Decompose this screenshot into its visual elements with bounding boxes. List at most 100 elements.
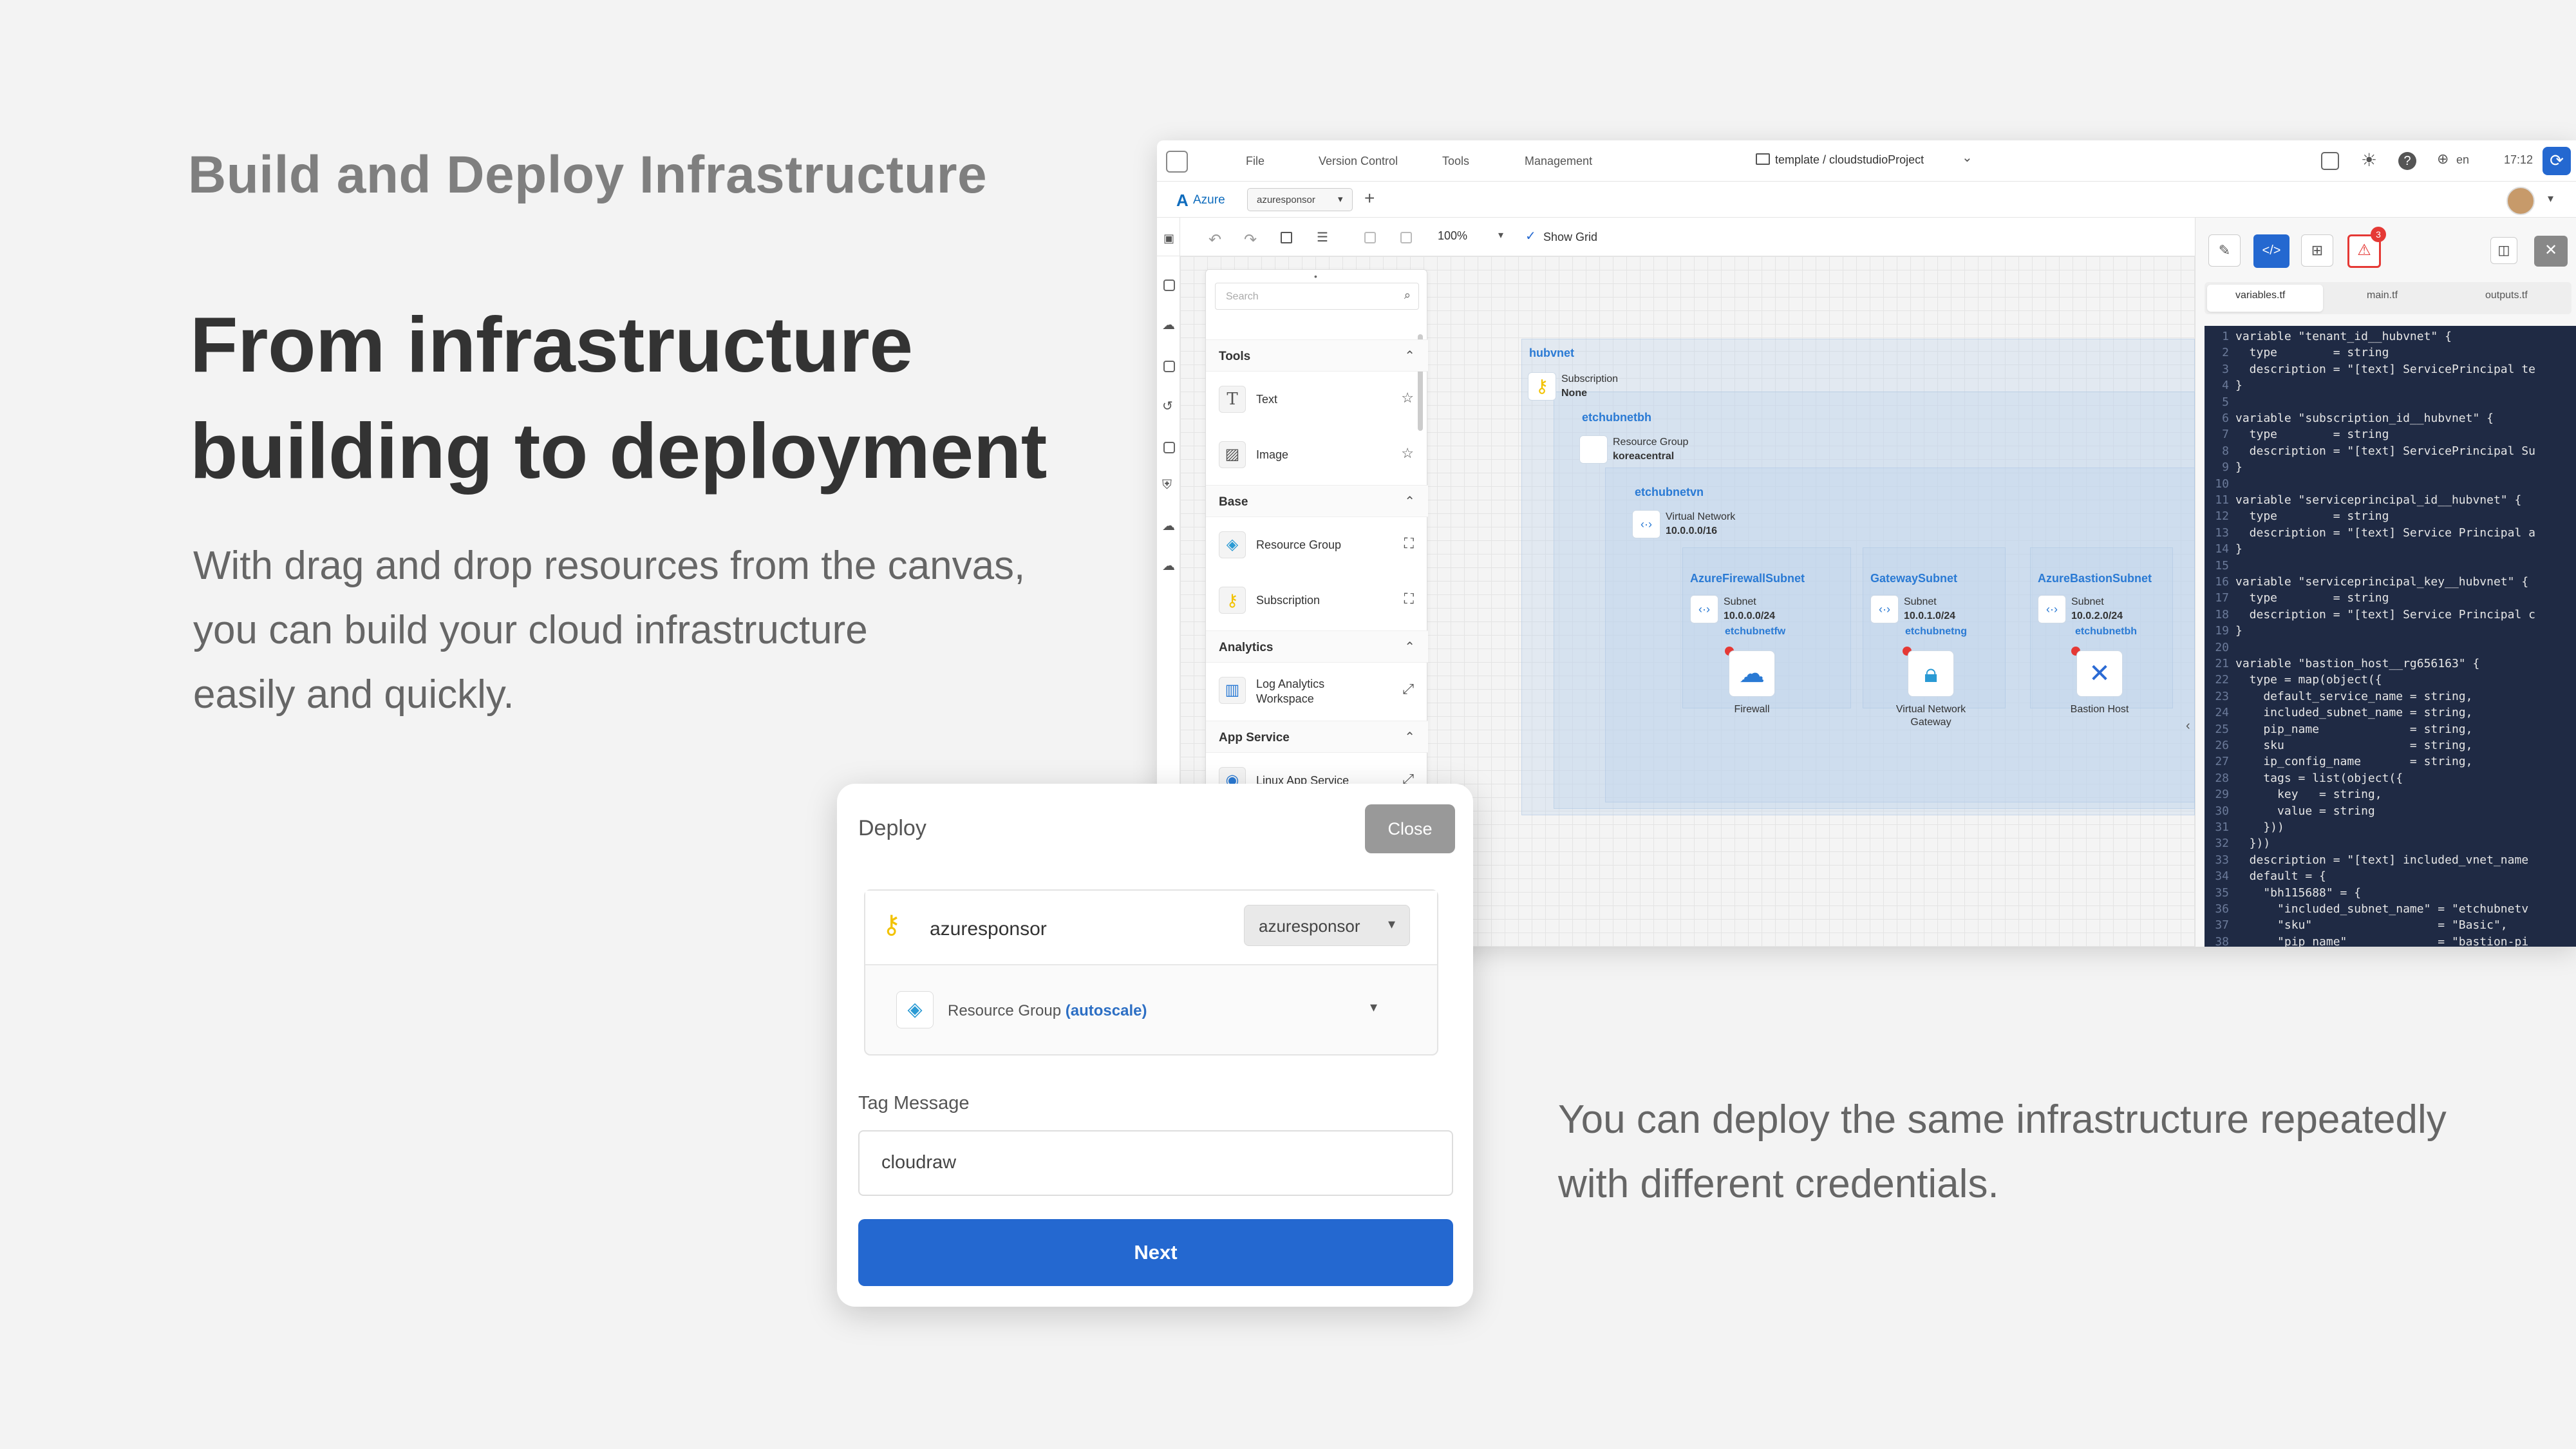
resource-group-icon[interactable] xyxy=(1579,435,1608,464)
store-icon[interactable] xyxy=(1163,361,1175,372)
lock-icon[interactable]: 🔒︎ xyxy=(1908,650,1954,697)
provider-tab[interactable]: Azure xyxy=(1193,193,1225,207)
chevron-down-icon[interactable]: ▾ xyxy=(2548,192,2553,205)
palette-item-subscription[interactable]: ⚷ Subscription ⛶ xyxy=(1206,573,1428,628)
chevron-up-icon[interactable]: ⌃ xyxy=(1404,639,1415,655)
save-icon[interactable]: ▣ xyxy=(1163,232,1174,245)
account-select[interactable]: azuresponsor ▾ xyxy=(1244,905,1410,946)
line-number: 8 xyxy=(2222,444,2229,458)
close-icon[interactable]: ✕ xyxy=(2534,236,2568,267)
code-line: 4} xyxy=(2205,379,2242,395)
cloud-download-icon[interactable]: ☁ xyxy=(1162,558,1175,574)
bastion-icon[interactable]: ✕ xyxy=(2076,650,2123,697)
list-icon[interactable]: ☰ xyxy=(1317,229,1328,245)
menu-version-control[interactable]: Version Control xyxy=(1319,155,1398,168)
caret-down-icon[interactable]: ▾ xyxy=(1498,229,1503,242)
account-tab[interactable]: azuresponsor ▾ xyxy=(1247,188,1353,211)
section-analytics[interactable]: Analytics ⌃ xyxy=(1206,630,1428,663)
subnet-icon[interactable]: ‹·› xyxy=(1870,595,1899,623)
key-icon[interactable]: ⚷ xyxy=(1528,372,1556,401)
undo-icon[interactable]: ↶ xyxy=(1208,231,1221,249)
layout-icon[interactable] xyxy=(1281,232,1292,243)
firewall-icon[interactable]: ☁ xyxy=(1729,650,1775,697)
resource-group-node[interactable]: Resource Group koreacentral xyxy=(1613,435,1688,463)
code-text: } xyxy=(2235,460,2242,475)
frame-icon[interactable]: ⛶ xyxy=(1404,535,1414,552)
palette-item-log-analytics[interactable]: ▥ Log Analytics Workspace ⤢ xyxy=(1206,663,1428,718)
subnet-icon[interactable]: ‹·› xyxy=(1690,595,1718,623)
history-icon[interactable]: ↺ xyxy=(1162,398,1173,414)
save-icon[interactable] xyxy=(2321,152,2339,170)
chevron-down-icon[interactable]: ⌄ xyxy=(1962,149,1973,166)
line-number: 21 xyxy=(2215,657,2229,670)
edit-icon[interactable]: ✎ xyxy=(2208,234,2241,267)
tree-icon[interactable]: ⊞ xyxy=(2301,234,2333,267)
add-tab-button[interactable]: + xyxy=(1364,188,1375,209)
caret-down-icon[interactable]: ▾ xyxy=(1370,999,1377,1016)
drag-handle-icon[interactable]: • xyxy=(1314,271,1317,281)
globe-icon[interactable]: ⊕ xyxy=(2437,151,2449,167)
chevron-up-icon[interactable]: ⌃ xyxy=(1404,348,1415,364)
split-view-icon[interactable]: ◫ xyxy=(2490,237,2517,264)
palette-item-resource-group[interactable]: ◈ Resource Group ⛶ xyxy=(1206,517,1428,573)
menu-management[interactable]: Management xyxy=(1525,155,1592,168)
star-icon[interactable]: ☆ xyxy=(1401,390,1414,406)
section-tools[interactable]: Tools ⌃ xyxy=(1206,339,1428,372)
collapse-panel-icon[interactable]: ‹ xyxy=(2186,719,2190,734)
menu-tools[interactable]: Tools xyxy=(1442,155,1469,168)
cloud-icon[interactable]: ☁ xyxy=(1162,317,1175,333)
subnet-icon[interactable]: ‹·› xyxy=(2038,595,2066,623)
caret-down-icon: ▾ xyxy=(1387,916,1395,932)
section-base[interactable]: Base ⌃ xyxy=(1206,485,1428,517)
project-path[interactable]: template / cloudstudioProject xyxy=(1775,153,1924,167)
subnet-type: Subnet xyxy=(2071,596,2104,607)
paste-icon[interactable] xyxy=(1400,232,1412,243)
star-icon[interactable]: ☆ xyxy=(1401,445,1414,462)
tag-message-input[interactable]: cloudraw xyxy=(858,1130,1453,1196)
tab-outputs-tf[interactable]: outputs.tf xyxy=(2485,290,2528,301)
checkbox-checked-icon[interactable]: ✓ xyxy=(1525,228,1536,244)
resize-icon[interactable]: ⤢ xyxy=(1402,681,1414,697)
tab-main-tf[interactable]: main.tf xyxy=(2367,290,2398,301)
exit-icon[interactable] xyxy=(1166,151,1188,173)
code-text: variable "serviceprincipal_id__hubvnet" … xyxy=(2235,493,2522,507)
resource-group-row[interactable]: ◈ Resource Group (autoscale) ▾ xyxy=(865,965,1437,1056)
show-grid-toggle[interactable]: Show Grid xyxy=(1543,231,1597,244)
frame-icon[interactable]: ⛶ xyxy=(1404,591,1414,607)
document-icon[interactable] xyxy=(1163,442,1175,453)
chevron-up-icon[interactable]: ⌃ xyxy=(1404,729,1415,745)
code-line: 6 variable "subscription_id__hubvnet" { xyxy=(2205,412,2494,428)
code-editor[interactable]: 1 variable "tenant_id__hubvnet" {2 type =… xyxy=(2205,326,2576,947)
chevron-up-icon[interactable]: ⌃ xyxy=(1404,493,1415,509)
close-button[interactable]: Close xyxy=(1365,804,1455,853)
zoom-level[interactable]: 100% xyxy=(1438,229,1467,243)
menu-file[interactable]: File xyxy=(1246,155,1264,168)
next-button[interactable]: Next xyxy=(858,1219,1453,1286)
subnet-node[interactable]: Subnet 10.0.1.0/24 xyxy=(1904,595,1955,623)
palette-item-text[interactable]: T Text ☆ xyxy=(1206,372,1428,427)
palette-item-image[interactable]: ▨ Image ☆ xyxy=(1206,427,1428,482)
copy-icon[interactable] xyxy=(1364,232,1376,243)
help-icon[interactable]: ? xyxy=(2398,152,2416,170)
theme-icon[interactable]: ☀ xyxy=(2361,149,2377,171)
redo-icon[interactable]: ↷ xyxy=(1244,231,1257,249)
subnet-node[interactable]: Subnet 10.0.2.0/24 xyxy=(2071,595,2123,623)
cloud-upload-icon[interactable]: ☁ xyxy=(1162,518,1175,534)
shield-icon[interactable]: ⛨ xyxy=(1162,478,1172,493)
sync-icon[interactable]: ⟳ xyxy=(2543,147,2571,175)
language-label[interactable]: en xyxy=(2456,153,2469,167)
palette-search-input[interactable]: Search ⌕ xyxy=(1215,283,1419,310)
virtual-network-node[interactable]: Virtual Network 10.0.0.0/16 xyxy=(1666,510,1735,538)
subnet-cidr: 10.0.2.0/24 xyxy=(2071,610,2123,621)
code-line: 11 variable "serviceprincipal_id__hubvnet… xyxy=(2205,493,2521,510)
code-text: sku = string, xyxy=(2235,739,2473,752)
subnet-node[interactable]: Subnet 10.0.0.0/24 xyxy=(1724,595,1775,623)
code-text: variable "subscription_id__hubvnet" { xyxy=(2235,412,2494,425)
avatar[interactable] xyxy=(2506,187,2535,215)
subscription-node[interactable]: Subscription None xyxy=(1561,372,1618,400)
export-icon[interactable] xyxy=(1163,279,1175,291)
section-app-service[interactable]: App Service ⌃ xyxy=(1206,721,1428,753)
virtual-network-icon[interactable]: ‹·› xyxy=(1632,510,1660,538)
code-line: 16 variable "serviceprincipal_key__hubvne… xyxy=(2205,575,2528,592)
code-icon[interactable]: </> xyxy=(2253,234,2289,268)
